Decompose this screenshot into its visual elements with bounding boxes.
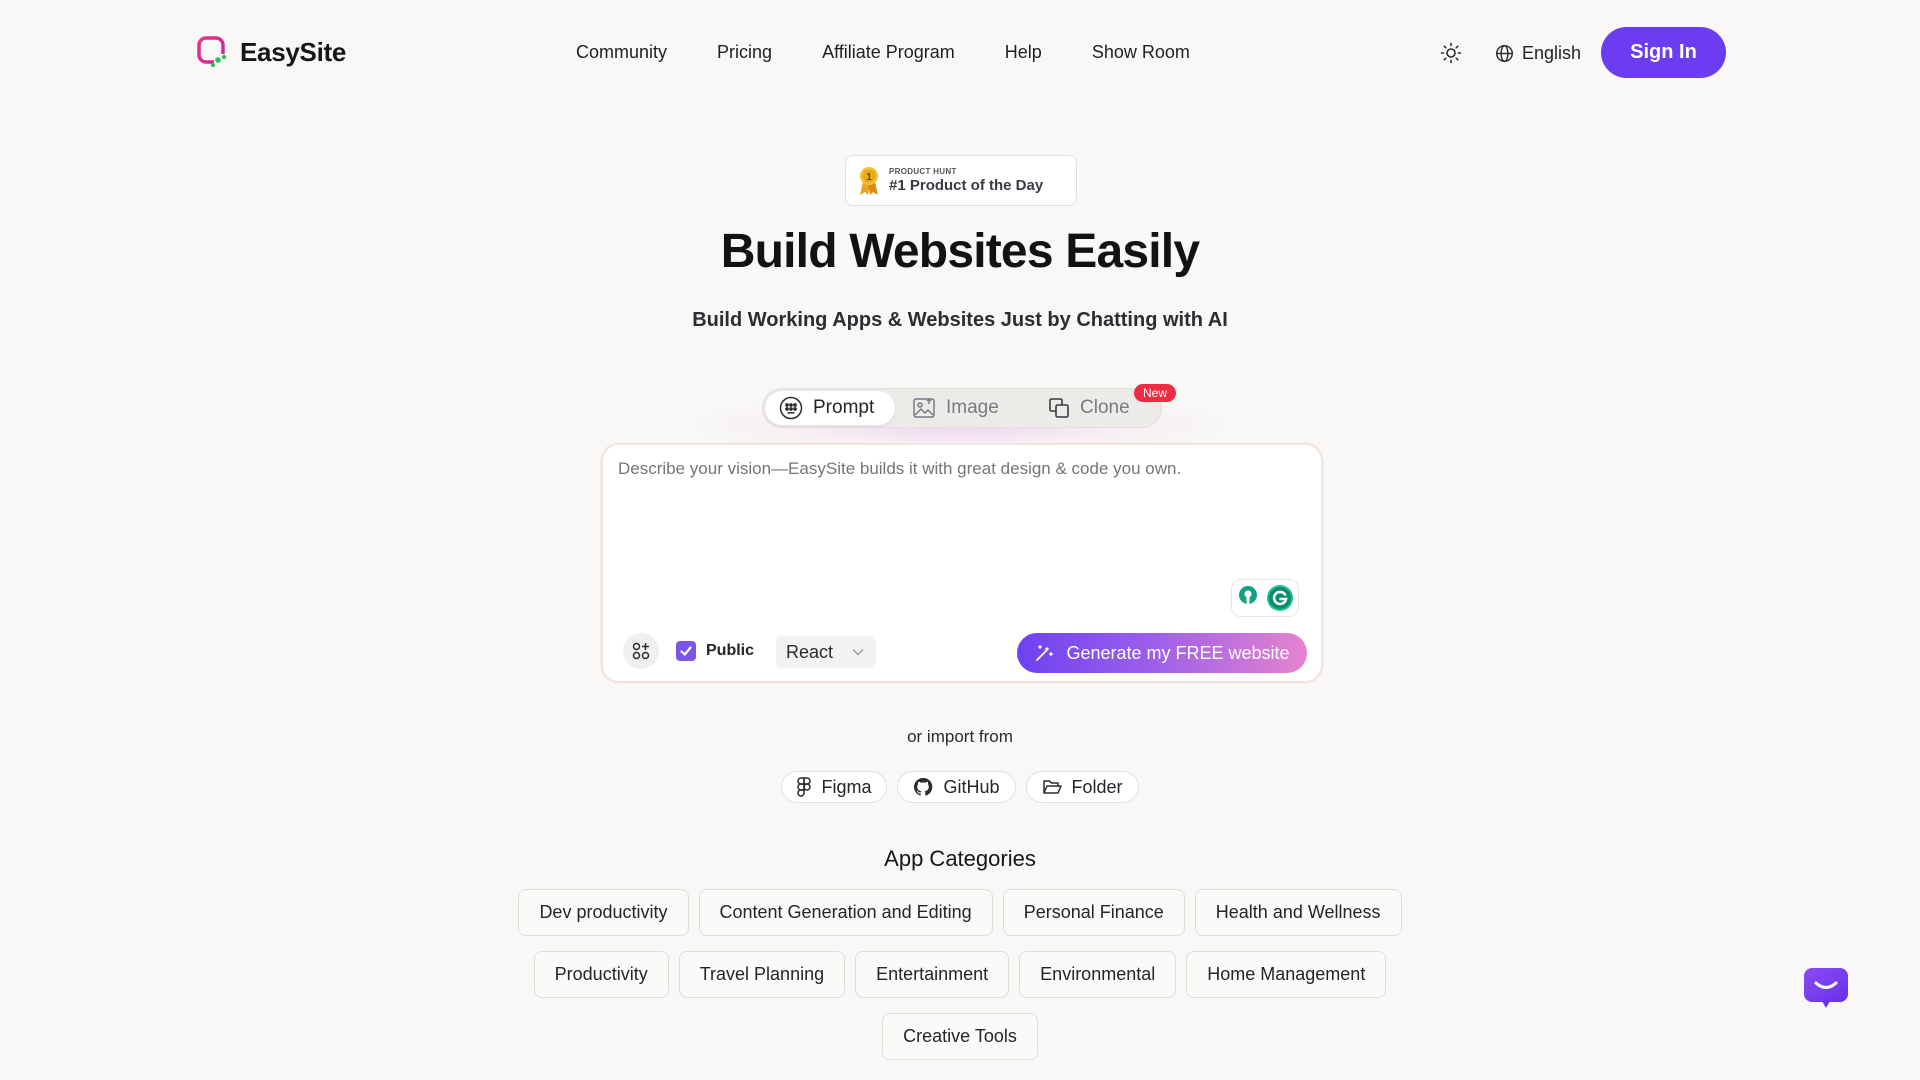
category-personal-finance[interactable]: Personal Finance — [1002, 889, 1185, 936]
sun-icon — [1440, 42, 1462, 64]
image-icon — [913, 397, 935, 418]
hero-subtitle: Build Working Apps & Websites Just by Ch… — [692, 309, 1228, 331]
category-environmental[interactable]: Environmental — [1019, 951, 1177, 998]
tab-prompt-label: Prompt — [813, 397, 875, 418]
generate-label: Generate my FREE website — [1066, 642, 1290, 663]
hero-title: Build Websites Easily — [720, 225, 1200, 278]
import-label: or import from — [907, 727, 1013, 746]
prompt-composer: Public React Generate my FREE website — [601, 443, 1323, 683]
tab-image[interactable]: Image — [898, 391, 1023, 425]
prompt-icon — [779, 396, 803, 420]
theme-toggle-button[interactable] — [1438, 40, 1464, 66]
brand-name: EasySite — [240, 36, 347, 67]
app-categories-title: App Categories — [884, 846, 1036, 871]
grammarly-icon — [1267, 585, 1293, 611]
nav-help[interactable]: Help — [1005, 38, 1042, 67]
nav-show-room[interactable]: Show Room — [1092, 38, 1190, 67]
mode-tabs: Prompt Image Clone — [762, 388, 1162, 428]
product-hunt-badge[interactable]: 1 PRODUCT HUNT #1 Product of the Day — [845, 155, 1077, 206]
category-productivity[interactable]: Productivity — [533, 951, 669, 998]
import-github-label: GitHub — [943, 776, 1000, 797]
clone-icon — [1049, 398, 1069, 418]
support-chat-button[interactable] — [1802, 966, 1850, 1010]
category-entertainment[interactable]: Entertainment — [855, 951, 1010, 998]
nav-pricing[interactable]: Pricing — [717, 38, 772, 67]
import-folder-button[interactable]: Folder — [1025, 771, 1139, 803]
import-github-button[interactable]: GitHub — [897, 771, 1016, 803]
category-creative-tools[interactable]: Creative Tools — [882, 1013, 1038, 1060]
magic-wand-icon — [1036, 645, 1054, 661]
apps-button[interactable] — [623, 633, 659, 669]
tab-clone-label: Clone — [1080, 397, 1130, 418]
new-badge: New — [1134, 384, 1176, 402]
globe-icon — [1495, 44, 1514, 62]
prompt-input[interactable] — [618, 459, 1308, 579]
category-dev-productivity[interactable]: Dev productivity — [518, 889, 689, 936]
site-header: EasySite Community Pricing Affiliate Pro… — [0, 0, 1920, 104]
brand-logo[interactable]: EasySite — [196, 34, 346, 70]
nav-community[interactable]: Community — [576, 38, 667, 67]
public-toggle[interactable]: Public — [676, 641, 754, 661]
sign-in-button[interactable]: Sign In — [1601, 27, 1726, 78]
apps-icon — [632, 642, 650, 660]
chevron-down-icon — [852, 648, 864, 656]
checkmark-icon — [680, 646, 692, 656]
language-label: English — [1522, 42, 1582, 63]
chat-bubble-icon — [1804, 968, 1848, 1008]
category-row-2: Productivity Travel Planning Entertainme… — [0, 951, 1920, 998]
tab-image-label: Image — [946, 397, 999, 418]
generate-website-button[interactable]: Generate my FREE website — [1017, 633, 1307, 673]
badge-title: #1 Product of the Day — [889, 176, 1044, 194]
nav-affiliate-program[interactable]: Affiliate Program — [822, 38, 955, 67]
import-sources: Figma GitHub Folder — [0, 771, 1920, 803]
medal-icon: 1 — [860, 166, 878, 195]
category-health-wellness[interactable]: Health and Wellness — [1194, 889, 1402, 936]
folder-icon — [1042, 780, 1062, 794]
framework-value: React — [786, 641, 834, 662]
category-home-management[interactable]: Home Management — [1186, 951, 1387, 998]
language-selector[interactable]: English — [1495, 40, 1581, 66]
github-icon — [914, 777, 933, 796]
import-folder-label: Folder — [1071, 776, 1123, 797]
easysite-logo-icon — [196, 35, 230, 69]
lightbulb-icon — [1239, 586, 1257, 604]
figma-icon — [797, 777, 812, 797]
public-checkbox[interactable] — [676, 641, 696, 661]
framework-select[interactable]: React — [776, 636, 876, 668]
svg-text:1: 1 — [866, 172, 872, 183]
category-travel-planning[interactable]: Travel Planning — [678, 951, 846, 998]
category-row-3: Creative Tools — [0, 1013, 1920, 1060]
import-figma-button[interactable]: Figma — [781, 771, 888, 803]
public-label: Public — [706, 642, 755, 659]
tab-prompt[interactable]: Prompt — [765, 391, 895, 425]
main-nav: Community Pricing Affiliate Program Help… — [576, 38, 1190, 67]
category-content-generation[interactable]: Content Generation and Editing — [698, 889, 993, 936]
badge-source: PRODUCT HUNT — [889, 166, 957, 176]
category-row-1: Dev productivity Content Generation and … — [0, 889, 1920, 936]
import-figma-label: Figma — [821, 776, 872, 797]
grammarly-widget[interactable] — [1231, 579, 1299, 617]
